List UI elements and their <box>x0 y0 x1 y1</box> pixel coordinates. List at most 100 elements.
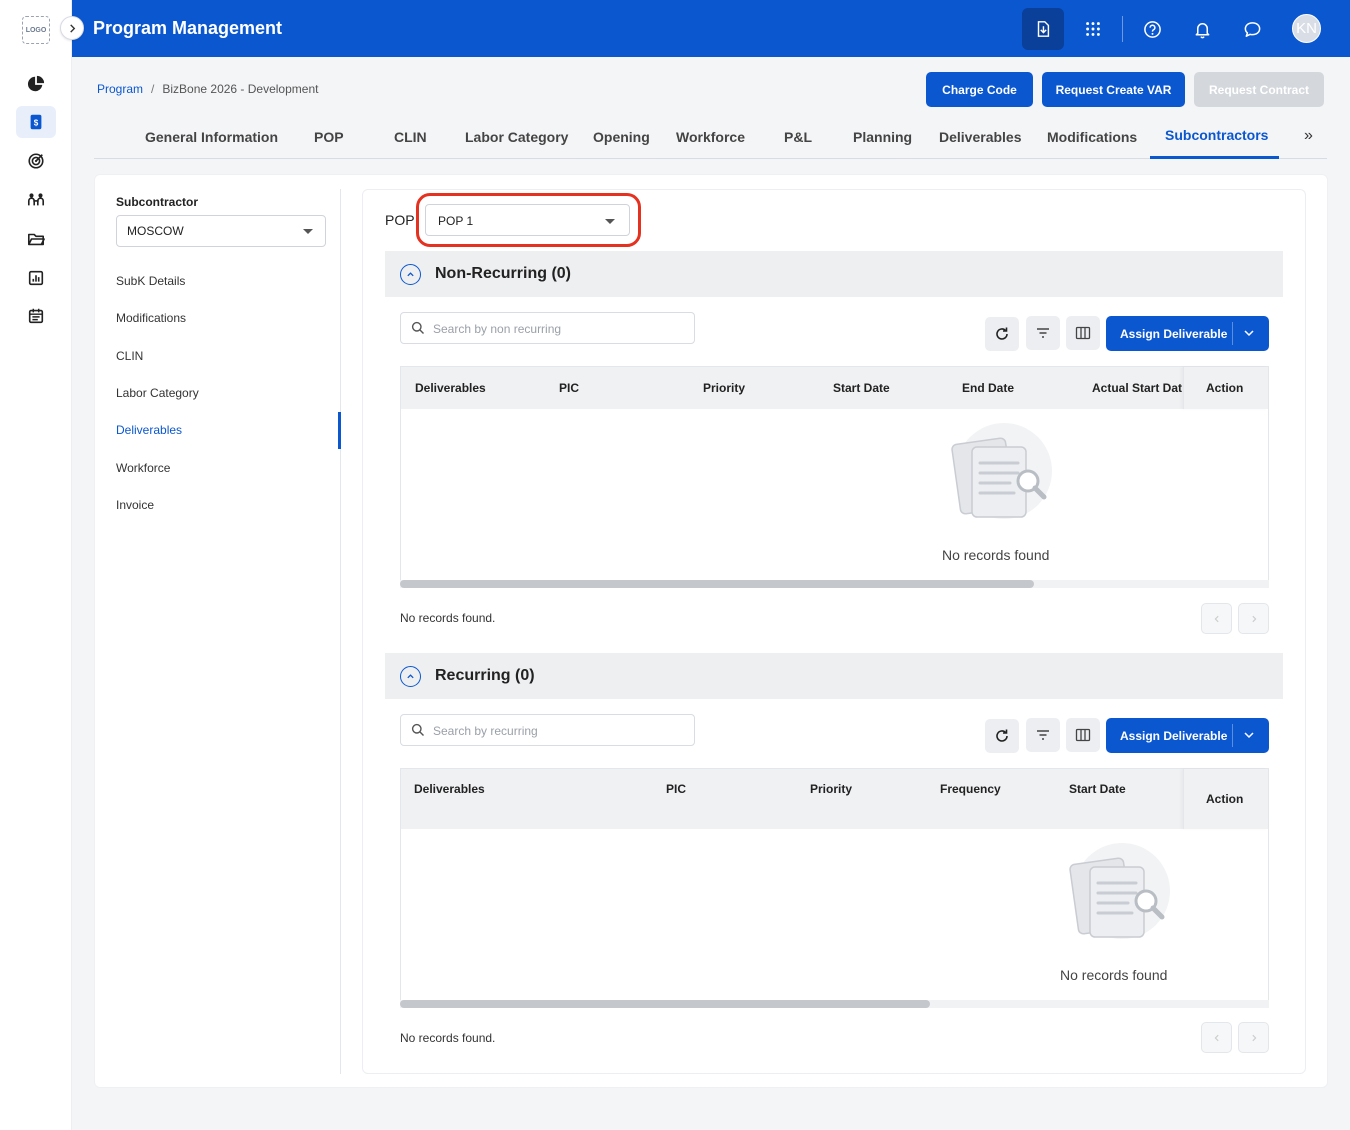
collapse-chevron-icon[interactable] <box>400 264 421 285</box>
col-pic[interactable]: PIC <box>559 381 579 395</box>
chevron-left-icon <box>1214 1034 1219 1041</box>
apps-grid-icon <box>1086 22 1100 36</box>
request-contract-button[interactable]: Request Contract <box>1194 72 1324 107</box>
non-recurring-search-input[interactable]: Search by non recurring <box>400 312 695 344</box>
tab-labor-category[interactable]: Labor Category <box>465 129 568 145</box>
notifications-button[interactable] <box>1181 8 1223 50</box>
expand-sidebar-button[interactable] <box>60 16 84 40</box>
non-recurring-title: Non-Recurring (0) <box>435 265 571 282</box>
assign-deliverable-label: Assign Deliverable <box>1120 327 1228 341</box>
recurring-table: Deliverables PIC Priority Frequency Star… <box>400 768 1269 1000</box>
subcontractor-label: Subcontractor <box>116 195 199 209</box>
tab-modifications[interactable]: Modifications <box>1047 129 1137 145</box>
pop-label: POP <box>385 212 415 228</box>
col-deliverables[interactable]: Deliverables <box>415 381 486 395</box>
col-action: Action <box>1206 792 1244 806</box>
tab-general-information[interactable]: General Information <box>145 129 278 145</box>
bell-icon <box>1195 22 1209 38</box>
tab-workforce[interactable]: Workforce <box>676 129 745 145</box>
collapse-chevron-icon[interactable] <box>400 666 421 687</box>
non-recurring-columns-button[interactable] <box>1066 316 1100 350</box>
side-nav-divider <box>340 189 341 1074</box>
recurring-search-input[interactable]: Search by recurring <box>400 714 695 746</box>
side-nav-deliverables[interactable]: Deliverables <box>116 423 182 437</box>
active-tab-underline <box>1150 156 1279 159</box>
tab-pl[interactable]: P&L <box>784 129 812 145</box>
chevron-down-icon[interactable] <box>1242 326 1256 340</box>
left-rail: LOGO $ <box>0 0 72 1130</box>
chat-button[interactable] <box>1231 8 1273 50</box>
side-nav-invoice[interactable]: Invoice <box>116 498 154 512</box>
non-recurring-refresh-button[interactable] <box>985 317 1019 351</box>
chevron-down-icon[interactable] <box>1242 728 1256 742</box>
recurring-refresh-button[interactable] <box>985 719 1019 753</box>
download-icon <box>1037 21 1050 37</box>
breadcrumb-program-link[interactable]: Program <box>97 82 143 96</box>
download-button[interactable] <box>1022 8 1064 50</box>
request-create-var-button[interactable]: Request Create VAR <box>1042 72 1185 107</box>
split-button-divider <box>1232 322 1233 345</box>
caret-down-icon <box>303 229 313 234</box>
recurring-assign-deliverable-button[interactable]: Assign Deliverable <box>1106 718 1269 753</box>
empty-records-illustration <box>1069 843 1170 939</box>
col-start-date[interactable]: Start Date <box>1069 782 1126 796</box>
program-finance-icon[interactable]: $ <box>16 106 56 138</box>
col-priority[interactable]: Priority <box>810 782 852 796</box>
columns-icon <box>1075 326 1091 340</box>
calendar-icon[interactable] <box>20 300 52 332</box>
recurring-table-header: Deliverables PIC Priority Frequency Star… <box>401 769 1268 829</box>
recurring-horizontal-scrollbar[interactable] <box>400 1000 1269 1008</box>
tab-deliverables[interactable]: Deliverables <box>939 129 1022 145</box>
non-recurring-next-page-button[interactable] <box>1238 603 1269 634</box>
tabs-more-button[interactable]: » <box>1304 127 1313 145</box>
recurring-columns-button[interactable] <box>1066 718 1100 752</box>
target-icon[interactable] <box>20 145 52 177</box>
refresh-icon <box>996 729 1008 742</box>
tab-subcontractors[interactable]: Subcontractors <box>1165 127 1268 143</box>
col-priority[interactable]: Priority <box>703 381 745 395</box>
pop-highlight-annotation <box>416 193 641 247</box>
side-nav-labor-category[interactable]: Labor Category <box>116 386 199 400</box>
report-chart-icon[interactable] <box>20 262 52 294</box>
assign-deliverable-label: Assign Deliverable <box>1120 729 1228 743</box>
col-end-date[interactable]: End Date <box>962 381 1014 395</box>
apps-button[interactable] <box>1072 8 1114 50</box>
tab-clin[interactable]: CLIN <box>394 129 427 145</box>
side-nav-clin[interactable]: CLIN <box>116 349 143 363</box>
team-icon[interactable] <box>20 184 52 216</box>
scroll-thumb[interactable] <box>400 580 1035 588</box>
col-pic[interactable]: PIC <box>666 782 686 796</box>
filter-icon <box>1037 328 1049 338</box>
non-recurring-empty-text: No records found <box>942 547 1050 563</box>
charge-code-button[interactable]: Charge Code <box>926 72 1033 107</box>
recurring-header[interactable]: Recurring (0) <box>385 653 1283 699</box>
subcontractor-select[interactable]: MOSCOW <box>116 215 326 247</box>
col-start-date[interactable]: Start Date <box>833 381 890 395</box>
tab-pop[interactable]: POP <box>314 129 344 145</box>
non-recurring-horizontal-scrollbar[interactable] <box>400 580 1269 588</box>
side-nav-subk-details[interactable]: SubK Details <box>116 274 185 288</box>
side-nav-workforce[interactable]: Workforce <box>116 461 170 475</box>
tab-planning[interactable]: Planning <box>853 129 912 145</box>
topbar-divider <box>1122 16 1123 42</box>
recurring-next-page-button[interactable] <box>1238 1022 1269 1053</box>
non-recurring-assign-deliverable-button[interactable]: Assign Deliverable <box>1106 316 1269 351</box>
recurring-filter-button[interactable] <box>1026 718 1060 752</box>
dashboard-pie-icon[interactable] <box>20 68 52 100</box>
folder-icon[interactable] <box>20 223 52 255</box>
recurring-prev-page-button[interactable] <box>1201 1022 1232 1053</box>
non-recurring-prev-page-button[interactable] <box>1201 603 1232 634</box>
col-deliverables[interactable]: Deliverables <box>414 782 485 796</box>
tab-opening[interactable]: Opening <box>593 129 650 145</box>
col-actual-start-date[interactable]: Actual Start Dat <box>1092 381 1182 395</box>
columns-icon <box>1075 728 1091 742</box>
non-recurring-header[interactable]: Non-Recurring (0) <box>385 251 1283 297</box>
col-frequency[interactable]: Frequency <box>940 782 1001 796</box>
non-recurring-footer-text: No records found. <box>400 611 496 625</box>
top-bar: Program Management KN <box>72 0 1350 57</box>
scroll-thumb[interactable] <box>400 1000 931 1008</box>
help-button[interactable] <box>1131 8 1173 50</box>
side-nav-modifications[interactable]: Modifications <box>116 311 186 325</box>
user-avatar[interactable]: KN <box>1292 14 1321 43</box>
non-recurring-filter-button[interactable] <box>1026 316 1060 350</box>
